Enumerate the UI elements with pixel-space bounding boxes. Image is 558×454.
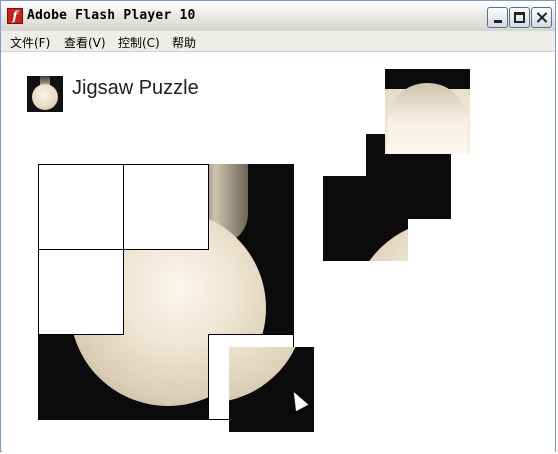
title-bar[interactable]: f Adobe Flash Player 10 bbox=[1, 1, 555, 32]
game-title: Jigsaw Puzzle bbox=[72, 77, 199, 99]
empty-slot-2[interactable] bbox=[123, 164, 209, 250]
window-title: Adobe Flash Player 10 bbox=[27, 8, 196, 23]
puzzle-preview-thumbnail bbox=[27, 76, 63, 112]
game-stage: Jigsaw Puzzle bbox=[2, 52, 555, 452]
flash-player-window: f Adobe Flash Player 10 文件(F) 查看(V) 控制(C… bbox=[0, 0, 556, 452]
empty-slot-4[interactable] bbox=[38, 249, 124, 335]
menu-control[interactable]: 控制(C) bbox=[118, 34, 160, 51]
minimize-button[interactable] bbox=[487, 7, 508, 28]
flash-player-icon: f bbox=[7, 8, 23, 24]
close-button[interactable] bbox=[531, 7, 552, 28]
menu-view[interactable]: 查看(V) bbox=[64, 34, 106, 51]
close-icon bbox=[532, 8, 551, 27]
minimize-icon bbox=[488, 8, 507, 27]
menu-bar: 文件(F) 查看(V) 控制(C) 帮助 bbox=[1, 31, 555, 52]
empty-slot-1[interactable] bbox=[38, 164, 124, 250]
loose-piece-bulb-neck[interactable] bbox=[385, 69, 470, 154]
menu-help[interactable]: 帮助 bbox=[172, 34, 196, 51]
maximize-button[interactable] bbox=[509, 7, 530, 28]
maximize-icon bbox=[510, 8, 529, 27]
loose-piece-bulb-bottom[interactable] bbox=[229, 347, 314, 432]
menu-file[interactable]: 文件(F) bbox=[10, 34, 50, 51]
